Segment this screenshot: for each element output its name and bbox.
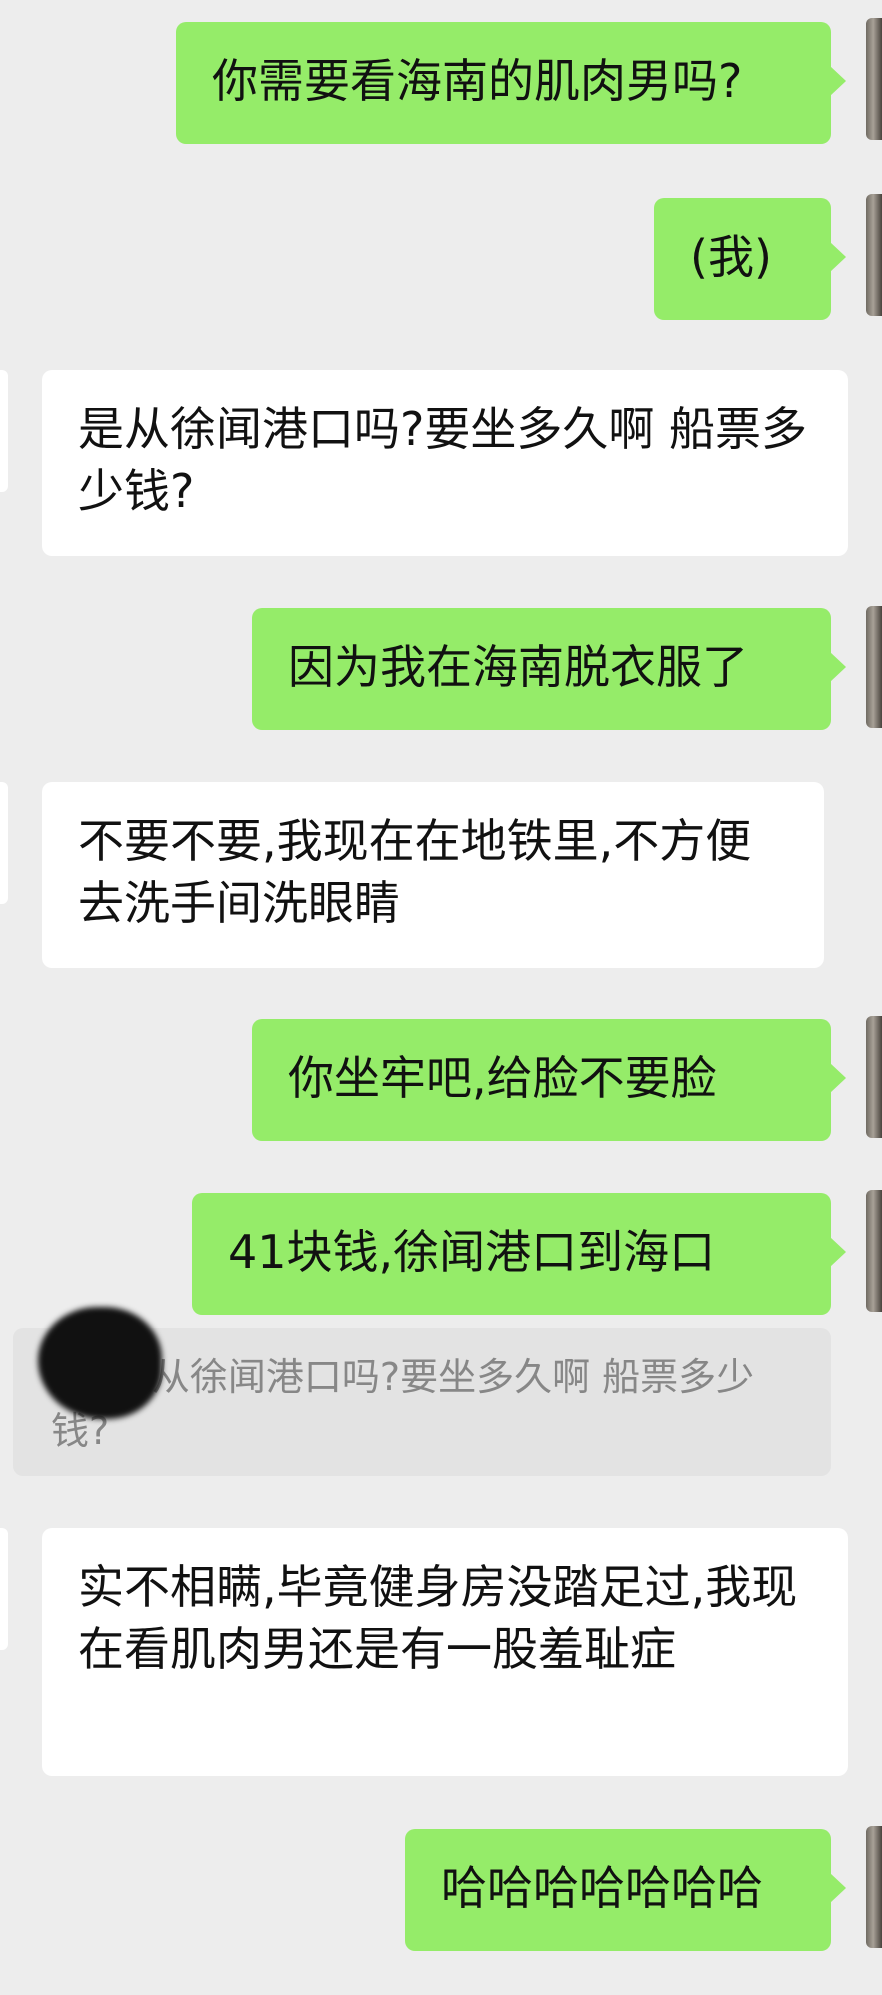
- message-text: 你需要看海南的肌肉男吗?: [212, 54, 743, 108]
- my-avatar[interactable]: [866, 1190, 882, 1312]
- my-avatar[interactable]: [866, 194, 882, 316]
- message-bubble-outgoing[interactable]: 你坐牢吧,给脸不要脸: [252, 1019, 846, 1141]
- my-avatar[interactable]: [866, 18, 882, 140]
- message-text: 是从徐闻港口吗?要坐多久啊 船票多少钱?: [78, 402, 808, 518]
- message-bubble-outgoing[interactable]: (我): [654, 198, 846, 320]
- message-bubble-outgoing[interactable]: 因为我在海南脱衣服了: [252, 608, 846, 730]
- chat-history[interactable]: 你需要看海南的肌肉男吗? (我) 是从徐闻港口吗?要坐多久啊 船票多少钱? 因为…: [0, 0, 882, 1995]
- contact-avatar[interactable]: [0, 370, 8, 492]
- message-text: 41块钱,徐闻港口到海口: [228, 1225, 716, 1279]
- message-bubble-outgoing[interactable]: 你需要看海南的肌肉男吗?: [176, 22, 846, 144]
- message-bubble-outgoing[interactable]: 哈哈哈哈哈哈哈: [405, 1829, 846, 1951]
- message-text: 因为我在海南脱衣服了: [288, 640, 748, 694]
- my-avatar[interactable]: [866, 606, 882, 728]
- message-bubble-incoming[interactable]: 实不相瞒,毕竟健身房没踏足过,我现在看肌肉男还是有一股羞耻症: [42, 1528, 848, 1776]
- message-bubble-incoming[interactable]: 不要不要,我现在在地铁里,不方便去洗手间洗眼睛: [42, 782, 824, 968]
- contact-avatar[interactable]: [0, 1528, 8, 1650]
- message-bubble-outgoing[interactable]: 41块钱,徐闻港口到海口: [192, 1193, 846, 1315]
- message-text: 你坐牢吧,给脸不要脸: [288, 1051, 717, 1105]
- message-text: 哈哈哈哈哈哈哈: [441, 1861, 763, 1915]
- message-text: 实不相瞒,毕竟健身房没踏足过,我现在看肌肉男还是有一股羞耻症: [78, 1560, 798, 1676]
- message-text: (我): [690, 230, 772, 284]
- message-text: 不要不要,我现在在地铁里,不方便去洗手间洗眼睛: [78, 814, 752, 930]
- redaction-scribble: [38, 1307, 162, 1419]
- contact-avatar[interactable]: [0, 782, 8, 904]
- message-bubble-incoming[interactable]: 是从徐闻港口吗?要坐多久啊 船票多少钱?: [42, 370, 848, 556]
- my-avatar[interactable]: [866, 1826, 882, 1948]
- my-avatar[interactable]: [866, 1016, 882, 1138]
